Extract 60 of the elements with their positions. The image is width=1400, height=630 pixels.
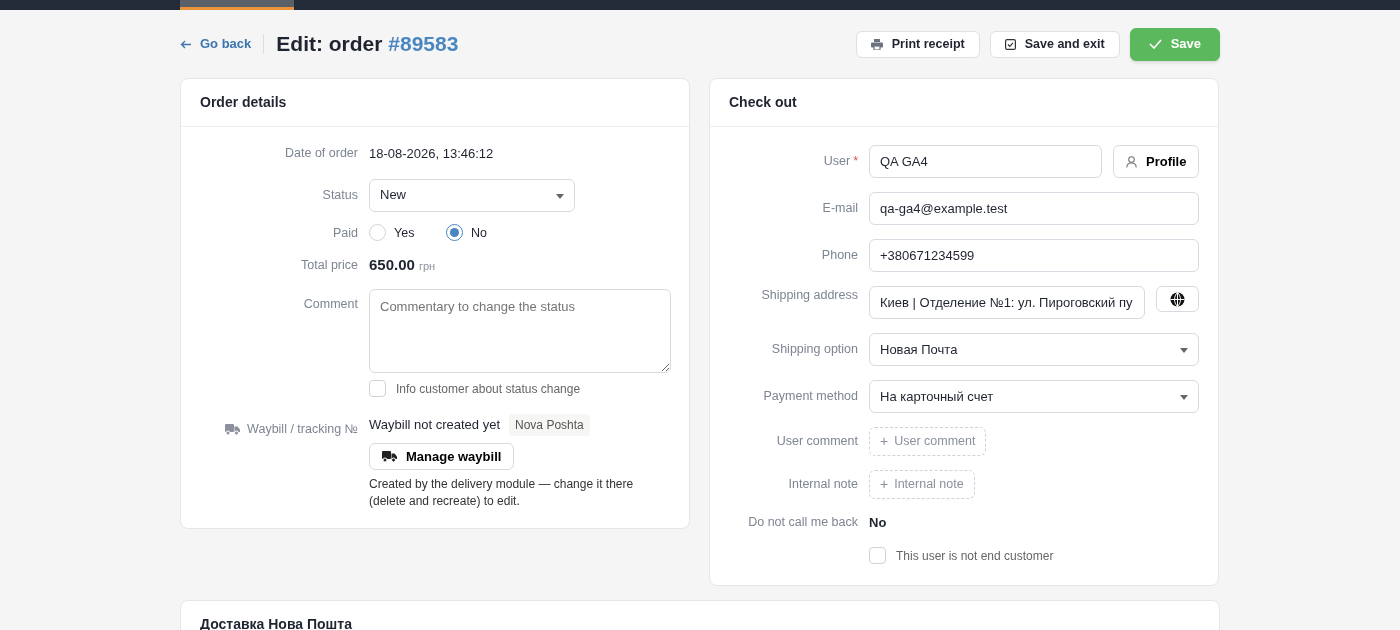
truck-icon [382,450,397,462]
price-value: 650.00 [369,255,415,276]
carrier-tag: Nova Poshta [509,413,590,436]
field-label: Paid [331,224,358,242]
check-icon [1148,39,1162,49]
checkbox-icon [1004,38,1016,50]
plus-icon: + [880,431,889,452]
back-link[interactable]: Go back [180,34,265,54]
field-label: Do not call me back [748,514,858,532]
plus-icon: + [880,474,889,495]
address-field[interactable]: Киев | Отделение №1: ул. Пироговский пу [869,286,1145,319]
manage-waybill-button[interactable]: Manage waybill [369,442,515,470]
card-title: Check out [710,79,1218,127]
globe-icon [1170,291,1185,307]
required-mark: * [853,153,858,171]
field-label: User comment [776,433,858,451]
arrow-left-icon [180,39,192,49]
dropdown-select[interactable]: На карточный счет [869,380,1199,413]
field-value: 18-08-2026, 13:46:12 [369,145,494,163]
truck-icon [225,423,241,435]
currency-label: грн [418,259,436,275]
text-field[interactable]: QA GA4 [869,145,1102,178]
text-field[interactable]: +380671234599 [869,239,1199,272]
printer-icon [870,38,883,50]
field-value: No [869,514,887,532]
field-label: Date of order [284,145,358,163]
waybill-status: Waybill not created yet [369,416,501,434]
field-label: E-mail [822,200,858,218]
checkbox[interactable] [869,547,886,564]
comment-field[interactable]: Commentary to change the status [369,288,671,373]
print-receipt-button[interactable]: Print receipt [855,30,980,58]
field-label: Shipping option [771,341,858,359]
field-label: Comment [302,295,358,313]
checkbox[interactable] [369,380,386,398]
card-title: Order details [181,79,689,127]
caret-icon [556,193,564,199]
person-icon [1126,155,1137,168]
page-title: Edit: order #89583 [276,31,459,57]
field-label: Status [321,186,358,204]
waybill-note: Created by the delivery module — change it there (delete and recreate) to edit. [369,475,635,510]
dropdown-select[interactable]: Новая Почта [869,333,1199,366]
field-label: User [823,153,851,171]
nav-tab[interactable] [180,0,294,10]
radio-option[interactable]: No [446,223,523,243]
field-label: Total price [300,257,358,275]
caret-icon [1180,348,1188,353]
text-field[interactable]: qa-ga4@example.test [869,192,1199,225]
field-label: Payment method [763,388,858,406]
globe-button[interactable] [1156,286,1199,312]
profile-button[interactable]: Profile [1113,145,1199,178]
field-label: Shipping address [761,287,858,304]
radio-option[interactable]: Yes [369,223,446,243]
checkbox-label: This user is not end customer [896,547,1054,565]
field-label: Waybill / tracking № [247,420,358,438]
field-label: Phone [821,247,858,265]
status-select[interactable]: New [369,178,575,212]
field-label: Internal note [788,476,858,494]
checkbox-label: Info customer about status change [396,380,581,398]
save-and-exit-button[interactable]: Save and exit [989,30,1120,58]
caret-icon [1180,395,1188,400]
